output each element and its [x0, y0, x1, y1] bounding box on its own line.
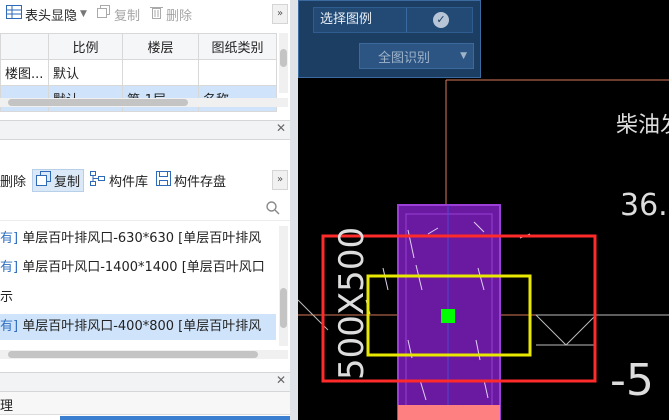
save-icon [156, 170, 172, 190]
recognition-float-panel: 选择图例 ✓ 全图识别 ▼ [298, 0, 481, 78]
list-item-label: 单层百叶排风口-630*630 [单层百叶排风 [22, 231, 262, 246]
list-item-label: 示 [0, 290, 14, 305]
close-icon[interactable]: ✕ [276, 121, 286, 135]
search-bar[interactable] [0, 198, 290, 221]
toolbar-more-button[interactable]: » [272, 4, 288, 24]
progress-strip [60, 416, 290, 420]
check-icon[interactable]: ✓ [433, 12, 449, 28]
select-legend-row[interactable]: 选择图例 ✓ [313, 7, 473, 33]
list-item-prefix: 有] [0, 231, 19, 246]
library-icon [90, 170, 106, 190]
component-library-button[interactable]: 构件库 [90, 170, 149, 190]
component-library-label: 构件库 [109, 174, 149, 190]
search-icon[interactable] [266, 201, 280, 219]
trash-icon [149, 5, 163, 23]
copy-icon [96, 5, 111, 23]
table-cell [198, 59, 277, 86]
list-item[interactable]: 有] 单层百叶排风口-630*630 [单层百叶排风 [0, 226, 276, 252]
select-legend-label: 选择图例 [314, 8, 407, 32]
show-hide-header-button[interactable]: 表头显隐 ▼ [6, 5, 87, 24]
bottom-tab-bar: 理 [0, 392, 296, 415]
table-header: 楼层 [122, 33, 199, 60]
copy-icon [36, 170, 52, 190]
cad-rotated-text: 500X500 [332, 227, 372, 380]
list-item-label: 单层百叶风口-1400*1400 [单层百叶风口 [22, 260, 265, 275]
table-vertical-scrollbar[interactable] [279, 33, 288, 93]
close-icon[interactable]: ✕ [276, 373, 286, 387]
bottom-tab[interactable]: 理 [0, 395, 13, 414]
list-horizontal-scrollbar[interactable] [0, 350, 288, 359]
cad-number-text: 36. [620, 188, 668, 223]
copy-button[interactable]: 复制 [96, 5, 140, 24]
list-vertical-scrollbar[interactable] [279, 226, 288, 346]
table-header: 图纸类别 [198, 33, 277, 60]
delete-button[interactable]: 删除 [149, 5, 192, 24]
delete-label: 删除 [165, 8, 192, 24]
component-delete-button[interactable]: 删除 [0, 171, 26, 190]
component-save-label: 构件存盘 [174, 174, 227, 190]
component-delete-label: 删除 [0, 174, 27, 190]
list-item[interactable]: 示 [0, 285, 276, 311]
table-cell: 楼图... [0, 59, 49, 86]
table-row[interactable]: 楼图... 默认 [0, 59, 277, 86]
panel-splitter[interactable] [290, 0, 298, 420]
component-toolbar: 删除 复制 构件库 构件存盘 [0, 168, 236, 192]
green-grip-point[interactable] [441, 309, 455, 323]
copy-label: 复制 [113, 8, 140, 24]
scroll-thumb[interactable] [8, 351, 258, 358]
chevron-down-icon: ▼ [80, 9, 87, 19]
chevron-down-icon: ▼ [460, 51, 467, 61]
scroll-thumb[interactable] [8, 99, 188, 106]
panel-divider-bar: ✕ [0, 372, 296, 392]
component-toolbar-more-button[interactable]: » [272, 170, 288, 190]
list-item-label: 单层百叶排风口-400*800 [单层百叶排风 [22, 319, 262, 334]
left-panel: 表头显隐 ▼ 复制 删除 » 比例 楼层 图纸类别 楼图... 默认 ✕ 删除 … [0, 0, 296, 420]
component-copy-button[interactable]: 复制 [32, 168, 85, 192]
recognition-mode-label: 全图识别 [378, 50, 431, 66]
panel-divider-bar: ✕ [0, 120, 296, 140]
scroll-thumb[interactable] [280, 49, 287, 67]
list-item[interactable]: 有] 单层百叶风口-1400*1400 [单层百叶风口 [0, 255, 276, 281]
list-item-prefix: 有] [0, 319, 19, 334]
recognition-mode-dropdown[interactable]: 全图识别 ▼ [359, 43, 474, 69]
component-copy-label: 复制 [54, 174, 81, 190]
list-item-prefix: 有] [0, 260, 19, 275]
table-icon [6, 5, 22, 23]
table-header-row: 比例 楼层 图纸类别 [0, 33, 277, 60]
table-header: 比例 [48, 33, 123, 60]
show-hide-label: 表头显隐 [25, 8, 78, 24]
drawing-toolbar: 表头显隐 ▼ 复制 删除 [0, 3, 202, 25]
cad-minus-text: -5 [610, 355, 654, 406]
list-item-selected[interactable]: 有] 单层百叶排风口-400*800 [单层百叶排风 [0, 314, 276, 340]
cad-title-text: 柴油发 [616, 113, 669, 138]
table-horizontal-scrollbar[interactable] [0, 98, 288, 107]
table-cell: 默认 [48, 59, 123, 86]
table-header [0, 33, 49, 60]
component-save-button[interactable]: 构件存盘 [156, 170, 227, 190]
scroll-thumb[interactable] [280, 288, 287, 328]
cad-canvas[interactable]: 500X500 柴油发 36. -5 选择图例 ✓ 全图识别 ▼ [298, 0, 669, 420]
table-cell [122, 59, 199, 86]
